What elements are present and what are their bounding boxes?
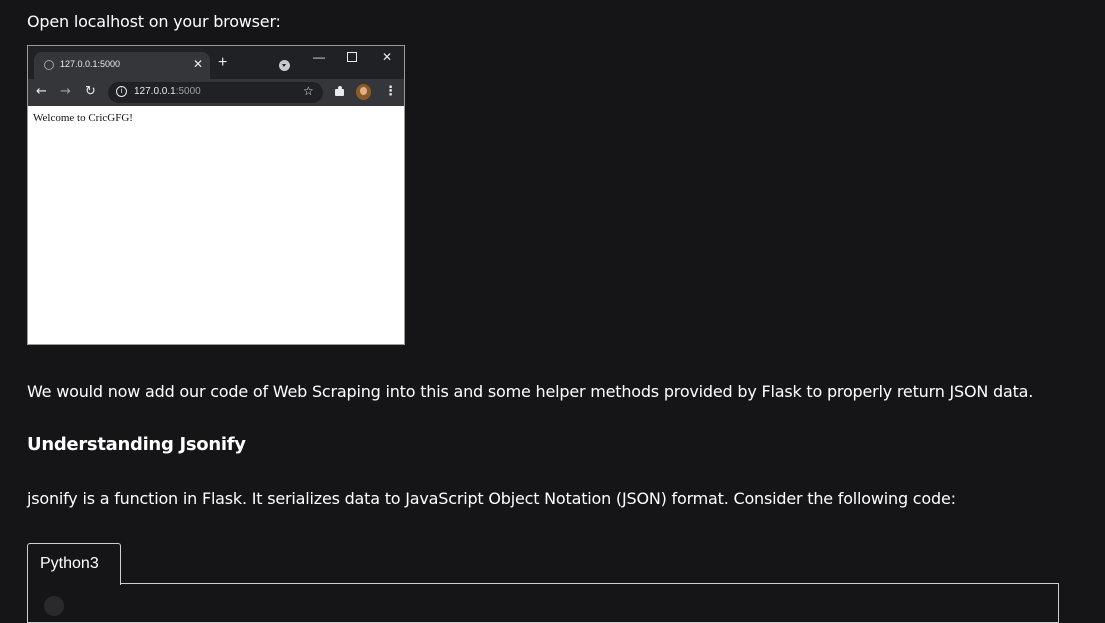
puzzle-icon: [334, 86, 346, 98]
page-welcome-text: Welcome to CricGFG!: [33, 112, 133, 124]
code-panel-icon: [44, 596, 64, 616]
browser-screenshot: 127.0.0.1:5000 ✕ + — ✕ ← → ↻ i 127.0.0.1…: [27, 45, 405, 345]
browser-tabstrip: 127.0.0.1:5000 ✕ + — ✕: [28, 46, 404, 79]
avatar: [356, 84, 371, 100]
close-icon: ✕: [193, 57, 204, 71]
paragraph-add-code: We would now add our code of Web Scrapin…: [27, 382, 1034, 401]
browser-tab: 127.0.0.1:5000 ✕: [34, 52, 210, 79]
address-bar: i 127.0.0.1:5000 ☆: [108, 82, 323, 103]
more-icon: ⋮: [384, 84, 397, 99]
maximize-icon: [347, 52, 357, 62]
browser-viewport: Welcome to CricGFG!: [28, 106, 404, 344]
plus-icon: +: [218, 54, 228, 71]
url-port: :5000: [175, 86, 201, 97]
close-window-icon: ✕: [382, 50, 393, 64]
back-icon: ←: [36, 84, 47, 99]
reload-icon: ↻: [85, 84, 96, 99]
tab-python3[interactable]: Python3: [27, 543, 121, 585]
address-bar-url: 127.0.0.1:5000: [134, 86, 201, 97]
paragraph-jsonify: jsonify is a function in Flask. It seria…: [27, 489, 956, 508]
star-icon: ☆: [303, 84, 314, 98]
minimize-icon: —: [313, 50, 325, 64]
browser-tab-title: 127.0.0.1:5000: [60, 59, 121, 69]
info-icon: i: [116, 86, 127, 97]
code-panel: [27, 583, 1059, 623]
globe-icon: [44, 60, 54, 70]
forward-icon: →: [60, 84, 71, 99]
url-host: 127.0.0.1: [134, 86, 176, 97]
paragraph-open-localhost: Open localhost on your browser:: [27, 12, 281, 31]
tab-python3-label: Python3: [40, 555, 99, 572]
chevron-down-icon: [279, 60, 290, 71]
browser-toolbar: ← → ↻ i 127.0.0.1:5000 ☆ ⋮: [28, 79, 404, 106]
section-heading: Understanding Jsonify: [27, 434, 246, 455]
